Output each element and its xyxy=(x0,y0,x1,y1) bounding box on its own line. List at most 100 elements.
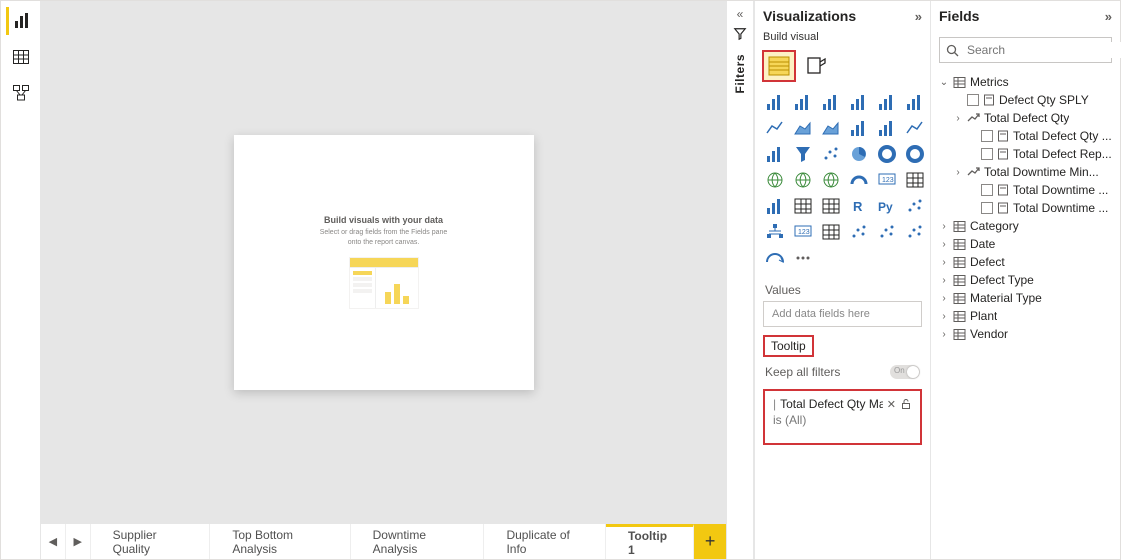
field-label: Plant xyxy=(970,309,997,323)
tooltip-filter-card[interactable]: | Total Defect Qty Max ✕ is (All) xyxy=(763,389,922,445)
viz-line-stacked-column-icon[interactable] xyxy=(847,117,871,139)
field-label: Metrics xyxy=(970,75,1009,89)
filter-remove-button[interactable]: ✕ xyxy=(887,398,896,411)
viz-donut-icon[interactable] xyxy=(875,143,899,165)
canvas-hint-graphic xyxy=(349,257,419,309)
tab-prev-button[interactable]: ◀ xyxy=(41,524,66,559)
report-view-button[interactable] xyxy=(6,7,36,35)
page-tab-4[interactable]: Tooltip 1 xyxy=(606,524,694,559)
format-visual-tab[interactable] xyxy=(801,51,833,81)
viz-100-stacked-bar-icon[interactable] xyxy=(875,91,899,113)
viz-r-visual-icon[interactable]: R xyxy=(847,195,871,217)
viz-multi-row-card-icon[interactable] xyxy=(903,169,927,191)
field-total-defect-qty[interactable]: ›Total Defect Qty xyxy=(937,109,1116,127)
field-label: Total Downtime ... xyxy=(1013,201,1108,215)
table-date[interactable]: ›Date xyxy=(937,235,1116,253)
table-vendor[interactable]: ›Vendor xyxy=(937,325,1116,343)
viz-card-icon[interactable]: 123 xyxy=(875,169,899,191)
viz-custom-visual-icon[interactable] xyxy=(903,221,927,243)
table-defect-type[interactable]: ›Defect Type xyxy=(937,271,1116,289)
viz-more-icon[interactable] xyxy=(791,247,815,269)
page-tab-0[interactable]: Supplier Quality xyxy=(91,524,211,559)
viz-stacked-bar-icon[interactable] xyxy=(763,91,787,113)
report-page[interactable]: Build visuals with your data Select or d… xyxy=(234,135,534,390)
viz-clustered-bar-icon[interactable] xyxy=(819,91,843,113)
viz-filled-map-icon[interactable] xyxy=(791,169,815,191)
keep-filters-toggle[interactable]: On xyxy=(890,365,920,379)
svg-text:R: R xyxy=(853,199,863,214)
viz-map-icon[interactable] xyxy=(763,169,787,191)
field-checkbox[interactable] xyxy=(981,202,993,214)
model-view-button[interactable] xyxy=(6,79,36,107)
viz-clustered-column-icon[interactable] xyxy=(847,91,871,113)
table-material-type[interactable]: ›Material Type xyxy=(937,289,1116,307)
field-total-downtime-[interactable]: Total Downtime ... xyxy=(937,181,1116,199)
viz-line-icon[interactable] xyxy=(763,117,787,139)
data-view-button[interactable] xyxy=(6,43,36,71)
viz-pie-icon[interactable] xyxy=(847,143,871,165)
fields-search[interactable] xyxy=(939,37,1112,63)
viz-qna-icon[interactable]: 123 xyxy=(791,221,815,243)
field-total-downtime-min-[interactable]: ›Total Downtime Min... xyxy=(937,163,1116,181)
table-metrics[interactable]: ⌄Metrics xyxy=(937,73,1116,91)
tab-next-button[interactable]: ▶ xyxy=(66,524,91,559)
viz-ribbon-icon[interactable] xyxy=(903,117,927,139)
visualizations-pane: Visualizations » Build visual 123RPy123 … xyxy=(754,1,930,559)
values-dropwell[interactable]: Add data fields here xyxy=(763,301,922,327)
add-page-button[interactable]: + xyxy=(694,524,726,559)
viz-waterfall-icon[interactable] xyxy=(763,143,787,165)
fields-search-input[interactable] xyxy=(965,42,1121,58)
table-defect[interactable]: ›Defect xyxy=(937,253,1116,271)
viz-paginated-icon[interactable] xyxy=(819,221,843,243)
filters-expand-button[interactable]: « xyxy=(737,7,744,21)
viz-scatter-icon[interactable] xyxy=(819,143,843,165)
table-plant[interactable]: ›Plant xyxy=(937,307,1116,325)
page-tab-2[interactable]: Downtime Analysis xyxy=(351,524,485,559)
field-label: Material Type xyxy=(970,291,1042,305)
page-tab-3[interactable]: Duplicate of Info xyxy=(484,524,605,559)
viz-area-icon[interactable] xyxy=(791,117,815,139)
viz-metrics-icon[interactable] xyxy=(875,221,899,243)
viz-py-visual-icon[interactable]: Py xyxy=(875,195,899,217)
field-label: Total Downtime ... xyxy=(1013,183,1108,197)
field-checkbox[interactable] xyxy=(981,148,993,160)
viz-smart-narrative-icon[interactable] xyxy=(847,221,871,243)
viz-collapse-button[interactable]: » xyxy=(915,9,922,24)
field-checkbox[interactable] xyxy=(967,94,979,106)
filters-pane-label[interactable]: Filters xyxy=(733,54,747,94)
viz-azure-map-icon[interactable] xyxy=(819,169,843,191)
viz-stacked-column-icon[interactable] xyxy=(791,91,815,113)
svg-text:Py: Py xyxy=(878,200,893,214)
field-checkbox[interactable] xyxy=(981,184,993,196)
fields-title: Fields xyxy=(939,8,979,24)
viz-decomposition-tree-icon[interactable] xyxy=(763,221,787,243)
keep-filters-label: Keep all filters xyxy=(765,365,840,379)
field-total-defect-qty-[interactable]: Total Defect Qty ... xyxy=(937,127,1116,145)
viz-stacked-area-icon[interactable] xyxy=(819,117,843,139)
viz-table-icon[interactable] xyxy=(791,195,815,217)
field-total-defect-rep-[interactable]: Total Defect Rep... xyxy=(937,145,1116,163)
lock-icon[interactable] xyxy=(900,398,912,410)
page-tab-1[interactable]: Top Bottom Analysis xyxy=(210,524,350,559)
viz-gauge-icon[interactable] xyxy=(847,169,871,191)
field-label: Defect xyxy=(970,255,1005,269)
viz-treemap-icon[interactable] xyxy=(903,143,927,165)
viz-funnel-icon[interactable] xyxy=(791,143,815,165)
field-total-downtime-[interactable]: Total Downtime ... xyxy=(937,199,1116,217)
viz-kpi-icon[interactable] xyxy=(763,195,787,217)
filter-summary: is (All) xyxy=(773,413,912,427)
field-label: Category xyxy=(970,219,1019,233)
viz-arcgis-icon[interactable] xyxy=(763,247,787,269)
left-nav xyxy=(1,1,41,559)
table-category[interactable]: ›Category xyxy=(937,217,1116,235)
field-defect-qty-sply[interactable]: Defect Qty SPLY xyxy=(937,91,1116,109)
fields-collapse-button[interactable]: » xyxy=(1105,9,1112,24)
viz-100-stacked-column-icon[interactable] xyxy=(903,91,927,113)
viz-key-influencers-icon[interactable] xyxy=(903,195,927,217)
viz-matrix-icon[interactable] xyxy=(819,195,843,217)
build-visual-tab[interactable] xyxy=(763,51,795,81)
filters-icon xyxy=(733,27,747,44)
report-canvas[interactable]: Build visuals with your data Select or d… xyxy=(41,1,726,523)
viz-line-clustered-column-icon[interactable] xyxy=(875,117,899,139)
field-checkbox[interactable] xyxy=(981,130,993,142)
